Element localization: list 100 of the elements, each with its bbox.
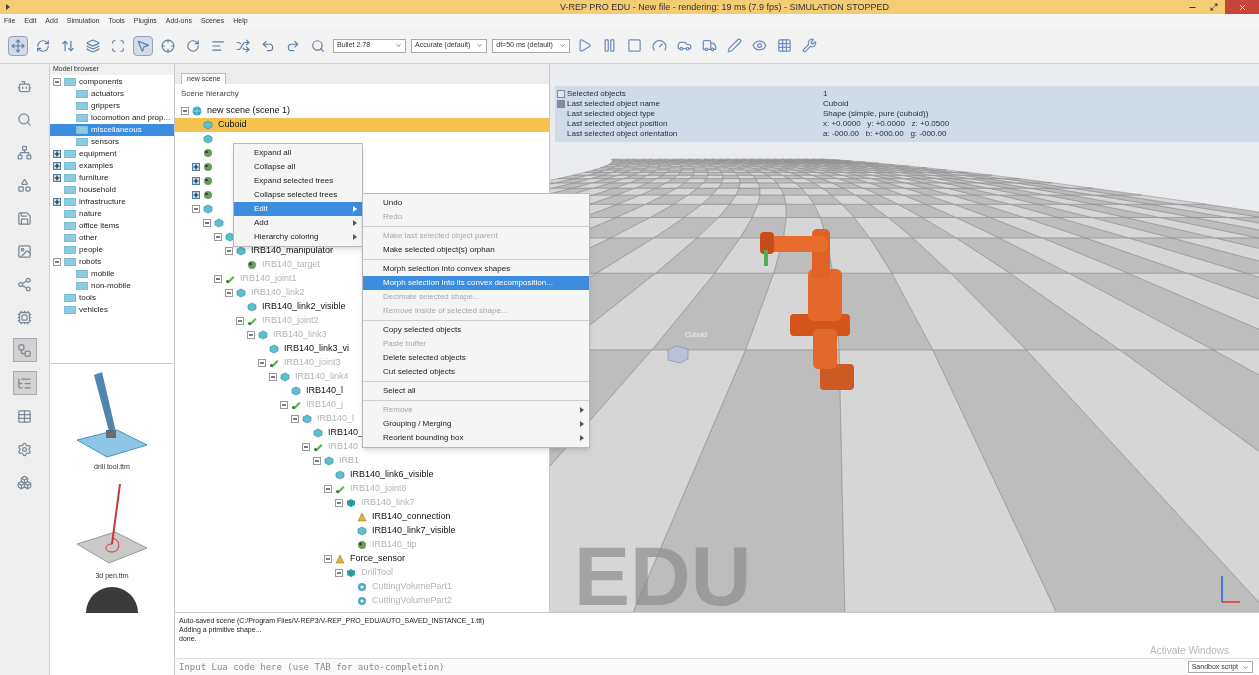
collapse-icon[interactable] [225,289,233,297]
cube-icon [346,568,356,578]
tree-item[interactable]: tools [50,292,174,304]
lua-input-field[interactable]: Input Lua code here (use TAB for auto-completion) [175,659,1188,675]
menu-item[interactable]: Copy selected objects [363,323,589,337]
tree-item[interactable]: nature [50,208,174,220]
menu-item[interactable]: Expand all [234,146,362,160]
tree-item[interactable]: actuators [50,88,174,100]
expand-icon[interactable] [53,198,61,206]
app-icon [4,3,12,11]
joint-icon [269,358,279,368]
tree-item[interactable]: examples [50,160,174,172]
joint-icon [335,484,345,494]
tree-item[interactable]: mobile [50,268,174,280]
collapse-icon[interactable] [302,443,310,451]
tree-item[interactable]: locomotion and prop... [50,112,174,124]
menu-item[interactable]: Reorient bounding box [363,431,589,445]
tree-item[interactable]: equipment [50,148,174,160]
tree-item[interactable]: Cuboid [175,118,549,132]
menu-item[interactable]: Hierarchy coloring [234,230,362,244]
expand-icon[interactable] [53,162,61,170]
tree-item[interactable]: people [50,244,174,256]
expand-icon[interactable] [192,163,200,171]
collapse-icon[interactable] [203,219,211,227]
menu-item[interactable]: Undo [363,196,589,210]
dummy-icon [203,176,213,186]
menu-item[interactable]: Expand selected trees [234,174,362,188]
menu-item[interactable]: Add [234,216,362,230]
tree-item[interactable]: IRB140_manipulator [175,244,334,258]
tree-item[interactable]: IRB140_link2_visible [175,300,346,314]
expand-icon[interactable] [192,177,200,185]
tree-item[interactable]: Force_sensor [175,552,406,566]
expand-icon[interactable] [53,150,61,158]
tree-item[interactable]: IRB140_l [175,384,344,398]
folder-icon [64,198,76,206]
tree-item[interactable]: vehicles [50,304,174,316]
collapse-icon[interactable] [53,78,61,86]
menu-item[interactable]: Cut selected objects [363,365,589,379]
tree-item[interactable]: components [50,76,174,88]
collapse-icon[interactable] [214,233,222,241]
folder-icon [76,270,88,278]
info-value: Shape (simple, pure (cuboid)) [823,108,929,120]
collapse-icon[interactable] [53,258,61,266]
collapse-icon[interactable] [269,373,277,381]
collapse-icon[interactable] [192,205,200,213]
collapse-icon[interactable] [258,359,266,367]
collapse-icon[interactable] [280,401,288,409]
move-icon[interactable] [8,35,28,56]
workflow-icon[interactable] [12,338,37,362]
tree-item[interactable]: household [50,184,174,196]
menu-item[interactable]: Make selected object(s) orphan [363,243,589,257]
collapse-icon[interactable] [324,485,332,493]
folder-icon [76,102,88,110]
menu-item[interactable]: Grouping / Merging [363,417,589,431]
info-label: Last selected object position [567,118,669,130]
expand-icon[interactable] [53,174,61,182]
tree-item[interactable]: IRB140_connection [175,510,451,524]
tree-item[interactable]: furniture [50,172,174,184]
tree-item[interactable]: office items [50,220,174,232]
collapse-icon[interactable] [313,457,321,465]
os-notice: Activate Windows [1150,644,1229,658]
info-value: Cuboid [823,98,849,110]
tree-item[interactable]: sensors [50,136,174,148]
folder-icon [76,282,88,290]
tree-item[interactable]: new scene (scene 1) [175,104,291,118]
collapse-icon[interactable] [335,569,343,577]
tree-item[interactable]: IRB140_link7_visible [175,524,456,538]
joint-icon [225,274,235,284]
info-label: Last selected object type [567,108,657,120]
tree-item[interactable]: robots [50,256,174,268]
menu-item[interactable]: Collapse selected trees [234,188,362,202]
tree-item[interactable]: IRB140_link6_visible [175,468,434,482]
close-icon [1237,2,1247,12]
tree-item[interactable]: IRB140_link3_vi [175,342,350,356]
submenu-arrow-icon [580,421,584,427]
collapse-icon[interactable] [291,415,299,423]
menu-item[interactable]: Select all [363,384,589,398]
window-title: V-REP PRO EDU - New file - rendering: 19 ms (7.9 fps) - SIMULATION STOPPED [560,1,890,14]
tree-item[interactable]: grippers [50,100,174,112]
collapse-icon[interactable] [335,499,343,507]
collapse-icon[interactable] [247,331,255,339]
folder-icon [64,246,76,254]
pointer-icon[interactable] [133,35,153,56]
folder-icon [76,126,88,134]
collapse-icon[interactable] [324,555,332,563]
tree-item[interactable]: other [50,232,174,244]
tree-list-icon[interactable] [12,371,37,395]
menu-item[interactable]: Morph selection into convex shapes [363,262,589,276]
tree-item[interactable]: non-mobile [50,280,174,292]
menu-item[interactable]: Delete selected objects [363,351,589,365]
caret-icon [395,42,402,49]
collapse-icon[interactable] [181,107,189,115]
sensor-icon [357,512,367,522]
tree-item[interactable]: infrastructure [50,196,174,208]
collapse-icon[interactable] [225,247,233,255]
expand-icon[interactable] [192,191,200,199]
collapse-icon[interactable] [214,275,222,283]
collapse-icon[interactable] [236,317,244,325]
tree-item[interactable]: IRB140_ [175,426,364,440]
menu-item[interactable]: Collapse all [234,160,362,174]
